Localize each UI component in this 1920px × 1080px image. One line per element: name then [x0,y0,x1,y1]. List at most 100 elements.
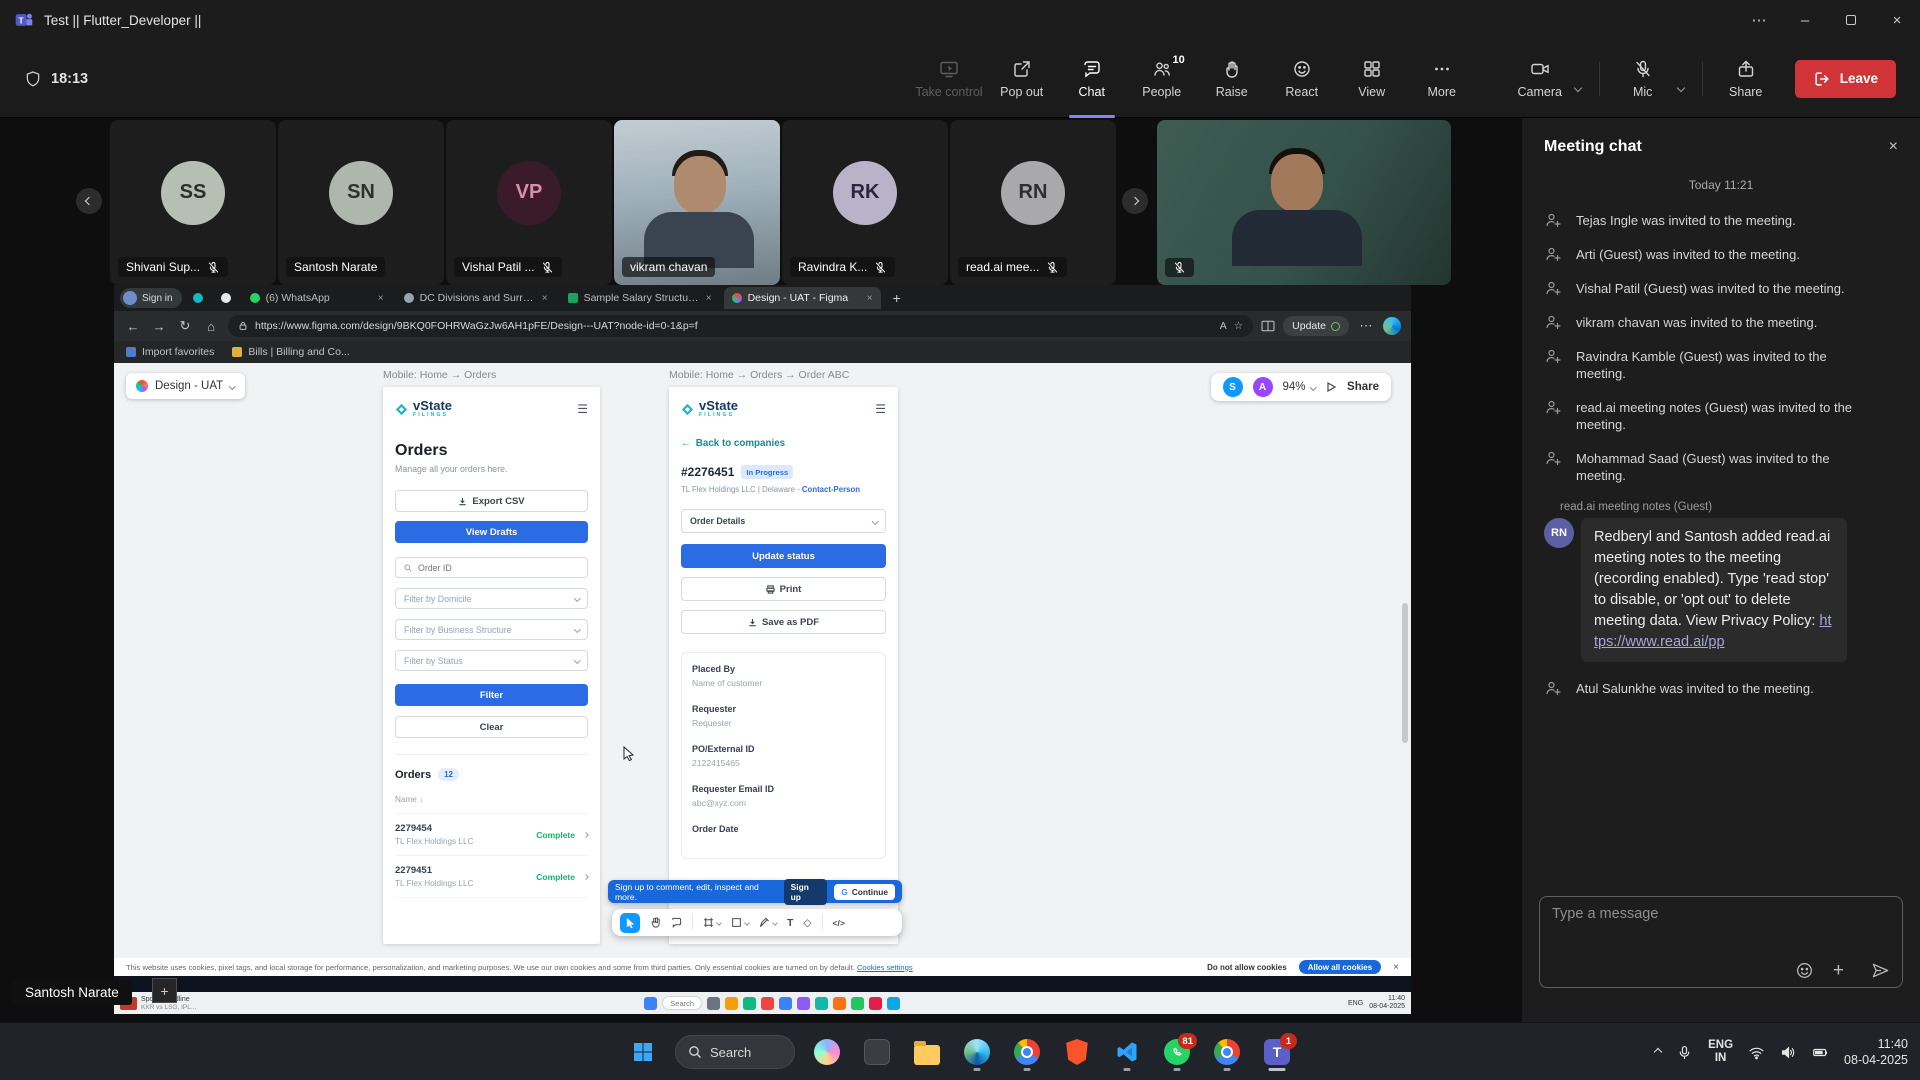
chrome-profile-icon[interactable] [1205,1030,1249,1074]
tray-mic-icon[interactable] [1676,1044,1693,1061]
participant-tile-shivani[interactable]: SS Shivani Sup... [110,120,276,285]
favorite-import[interactable]: Import favorites [126,346,214,358]
participant-tile-readai[interactable]: RN read.ai mee... [950,120,1116,285]
chrome-icon[interactable] [1005,1030,1049,1074]
mockup-order-detail[interactable]: vStateFILINGS ☰ ←Back to companies #2276… [669,387,898,944]
shared-system-tray[interactable]: ENG 11:4008-04-2025 [1348,995,1405,1011]
update-status-button[interactable]: Update status [681,544,886,568]
taskbar-app-icon[interactable] [743,997,756,1010]
vscode-icon[interactable] [1105,1030,1149,1074]
comment-tool-icon[interactable] [671,917,682,928]
present-icon[interactable] [1325,381,1337,393]
leave-button[interactable]: Leave [1795,60,1896,98]
tab-salary-sheet[interactable]: Sample Salary Structure with cal...× [560,287,720,309]
camera-options-chevron-icon[interactable] [1573,83,1581,91]
collaborator-avatar[interactable]: S [1223,377,1243,397]
new-tab-button[interactable]: + [885,290,909,306]
export-csv-button[interactable]: Export CSV [395,490,588,512]
contact-person-link[interactable]: Contact-Person [802,485,860,494]
url-input[interactable] [255,320,1213,332]
deny-cookies-button[interactable]: Do not allow cookies [1207,963,1287,972]
home-button[interactable]: ⌂ [202,319,220,334]
chat-close-icon[interactable]: × [1889,138,1898,156]
view-button[interactable]: View [1341,40,1403,118]
spotlight-tile[interactable] [1157,120,1451,285]
save-as-pdf-button[interactable]: Save as PDF [681,610,886,634]
maximize-button[interactable] [1828,0,1874,40]
brave-icon[interactable] [1055,1030,1099,1074]
pop-out-button[interactable]: Pop out [991,40,1053,118]
take-control-button[interactable]: Take control [915,40,982,118]
figma-share-button[interactable]: Share [1347,381,1379,393]
add-overlay-button[interactable]: + [152,978,177,1003]
tab-close-icon[interactable]: × [867,293,873,304]
volume-icon[interactable] [1780,1044,1797,1061]
pinned-tab-2[interactable] [214,288,238,308]
print-button[interactable]: Print [681,577,886,601]
shape-tool-icon[interactable] [731,917,749,928]
menu-icon[interactable]: ☰ [577,402,588,416]
filter-status-select[interactable]: Filter by Status [395,650,588,671]
close-button[interactable]: × [1874,0,1920,40]
canvas-scrollbar[interactable] [1402,603,1408,743]
participant-tile-ravindra[interactable]: RK Ravindra K... [782,120,948,285]
mic-options-chevron-icon[interactable] [1676,83,1684,91]
order-id-search[interactable] [395,557,588,578]
participants-scroll-right-button[interactable] [1122,188,1148,214]
browser-profile-chip[interactable]: Sign in [120,288,182,308]
taskbar-app-icon[interactable] [761,997,774,1010]
app-icon-dark[interactable] [855,1030,899,1074]
address-bar[interactable]: A ☆ [228,315,1253,337]
back-button[interactable]: ← [124,319,142,334]
copilot-icon[interactable] [805,1030,849,1074]
figma-canvas[interactable]: Design - UAT S A 94% Share Mobile: Home … [114,363,1411,958]
send-icon[interactable] [1871,961,1890,980]
camera-button[interactable]: Camera [1509,40,1571,118]
whatsapp-icon[interactable]: 81 [1155,1030,1199,1074]
split-screen-icon[interactable] [1261,320,1275,332]
participants-scroll-left-button[interactable] [76,188,102,214]
taskbar-app-icon[interactable] [851,997,864,1010]
text-tool-icon[interactable]: T [787,917,793,929]
dev-mode-icon[interactable]: </> [833,918,845,928]
refresh-button[interactable]: ↻ [176,318,194,334]
raise-hand-button[interactable]: Raise [1201,40,1263,118]
figma-signup-button[interactable]: Sign up [784,879,828,905]
start-button[interactable] [644,997,657,1010]
frame-label[interactable]: Mobile: Home → Orders [383,369,496,381]
figma-file-chip[interactable]: Design - UAT [126,373,245,399]
file-explorer-icon[interactable] [905,1030,949,1074]
filter-domicile-select[interactable]: Filter by Domicile [395,588,588,609]
chat-button[interactable]: Chat [1061,40,1123,118]
frame-label[interactable]: Mobile: Home → Orders → Order ABC [669,369,849,381]
cookie-settings-link[interactable]: Cookies settings [857,963,913,972]
shared-screen[interactable]: Sign in (6) WhatsApp× DC Divisions and S… [114,285,1411,1014]
cookie-close-icon[interactable]: × [1393,962,1399,973]
back-to-companies-link[interactable]: ←Back to companies [681,438,886,449]
filter-button[interactable]: Filter [395,684,588,706]
collaborator-avatar[interactable]: A [1253,377,1273,397]
frame-tool-icon[interactable] [703,917,721,928]
battery-icon[interactable] [1812,1044,1829,1061]
column-header[interactable]: Name ↓ [395,795,588,804]
search-box[interactable]: Search [662,996,702,1010]
move-tool-icon[interactable] [620,913,640,933]
order-row[interactable]: 2279454TL Flex Holdings LLC Complete [395,813,588,846]
tab-close-icon[interactable]: × [542,293,548,304]
more-button[interactable]: More [1411,40,1473,118]
tab-dc-divisions[interactable]: DC Divisions and Surroundings× [396,287,556,309]
wifi-icon[interactable] [1748,1044,1765,1061]
allow-cookies-button[interactable]: Allow all cookies [1299,960,1381,974]
browser-update-button[interactable]: Update [1283,316,1349,336]
tab-whatsapp[interactable]: (6) WhatsApp× [242,287,392,309]
zoom-control[interactable]: 94% [1283,381,1316,393]
read-aloud-icon[interactable]: A [1220,320,1227,332]
menu-icon[interactable]: ☰ [875,402,886,416]
participant-tile-vishal[interactable]: VP Vishal Patil ... [446,120,612,285]
taskbar-app-icon[interactable] [815,997,828,1010]
titlebar-more-button[interactable]: ⋯ [1736,0,1782,40]
mic-button[interactable]: Mic [1612,40,1674,118]
sender-avatar[interactable]: RN [1544,518,1574,548]
browser-menu-icon[interactable]: ⋯ [1357,318,1375,334]
language-indicator[interactable]: ENGIN [1708,1039,1733,1065]
